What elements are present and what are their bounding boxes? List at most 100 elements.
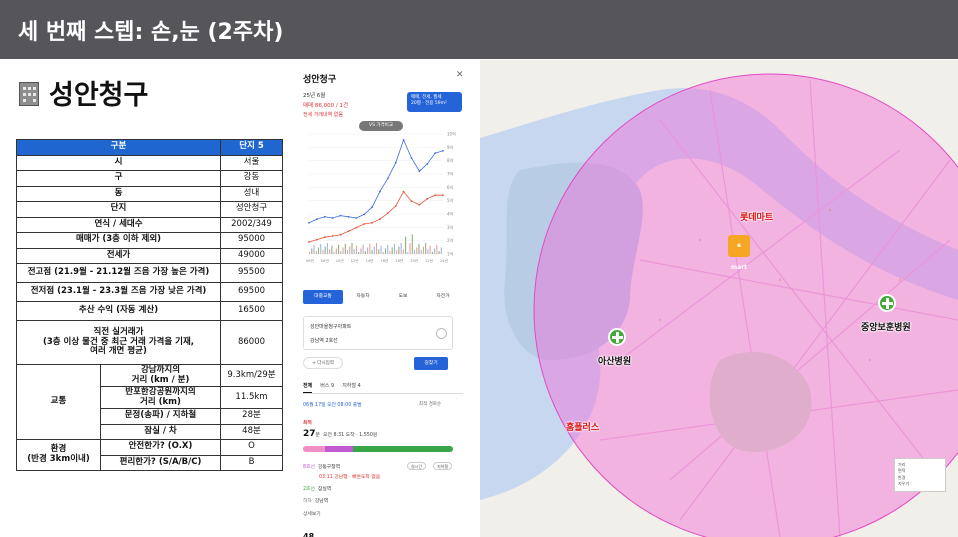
x-tick-label: 22년 [425,258,433,263]
table-row: 전고점 (21.9월 - 21.12월 즈음 가장 높은 가격) 95500 [16,263,283,283]
x-tick-label: 08년 [321,258,329,263]
price-date: 25년 6월 [303,93,326,99]
tab-all[interactable]: 전체 [303,382,313,393]
map-view[interactable]: 롯데마트 e mart 중앙보훈병원 아산병원 홈플러스 거리 면적 반경 지우… [480,60,958,537]
y-tick-label: 2억 [447,237,454,243]
tab-walk[interactable]: 도보 [383,290,423,304]
y-tick-label: 9억 [447,144,454,150]
map-measure-controls[interactable]: 거리 면적 반경 지우기 [894,458,946,492]
volume-bar [418,243,420,254]
volume-bar [409,243,411,254]
table-row: 환경 (반경 3km이내) 안전한가? (O.X) O [16,439,283,471]
route-from[interactable]: 성안마을청구아파트 [310,323,351,330]
tab-car[interactable]: 자동차 [343,290,383,304]
reset-button[interactable]: + 다시입력 [303,357,343,369]
homeplus-label[interactable]: 홈플러스 [566,420,599,433]
volume-bar [349,246,351,254]
volume-bar [313,244,315,254]
row-value: 48분 [220,423,283,440]
route-step: 8호선 강동구청역 [303,465,341,470]
detail-link[interactable]: 상세보기 [303,510,321,517]
x-tick-label: 18년 [395,258,403,263]
tab-bus[interactable]: 버스 9 [320,382,334,393]
table-row: 시 서울 [16,154,283,171]
tab-transit[interactable]: 대중교통 [303,290,343,304]
table-row: 직전 실거래가 (3층 이상 물건 중 최근 거래 가격을 기재, 여러 개면 평균… [16,320,283,365]
volume-bar [389,251,391,254]
y-tick-label: 3억 [447,224,454,230]
subway-pill[interactable]: 지하철 [433,462,453,470]
find-route-button[interactable]: 길찾기 [414,357,448,370]
hospital-icon[interactable] [878,294,896,312]
y-tick-label: 5억 [447,197,454,203]
panel-title: 성안청구 [303,75,337,85]
route-box: 성안마을청구아파트 강남역 2호선 [303,316,453,350]
swap-icon[interactable] [436,328,447,339]
volume-bar [413,249,416,254]
y-tick-label: 8억 [447,157,454,163]
page-title: 성안청구 [49,79,149,111]
volume-bar [396,250,398,254]
route-bar [303,446,453,452]
measure-clear[interactable]: 지우기 [898,481,942,487]
row-label: 편리한가? (S/A/B/C) [100,454,221,471]
lotte-mart-label[interactable]: 롯데마트 [740,210,773,223]
volume-bar [333,252,335,254]
volume-bar [329,249,331,254]
volume-bar [382,252,384,254]
row-label: 문정(송파) / 지하철 [100,408,221,425]
row-value: 95500 [220,263,283,283]
volume-bar [371,250,373,254]
route-step-sub: 03:11 강남행 · 빠른도착 없음 [319,475,381,480]
y-tick-label: 7억 [447,171,454,177]
row-label: 직전 실거래가 (3층 이상 물건 중 최근 거래 가격을 기재, 여러 개면 평균… [16,320,221,365]
volume-bar [324,246,326,254]
route-tabs: 대중교통 자동차 도보 자전거 [303,290,463,304]
volume-bar [405,236,407,254]
asan-hospital-label[interactable]: 아산병원 [598,354,631,367]
x-tick-label: 14년 [366,258,374,263]
row-value: 강동 [220,170,283,187]
sort-select[interactable]: 최적 경로순 [419,401,441,407]
x-tick-label: 12년 [351,258,359,263]
row-value: O [220,439,283,456]
volume-bar [342,247,344,254]
central-hospital-label[interactable]: 중앙보훈병원 [861,320,911,333]
volume-bar [420,250,422,254]
filter-button[interactable]: 매매, 전세, 월세 20평 · 전용 59m² [407,92,462,112]
table-row: 단지 성안청구 [16,201,283,218]
volume-bar [311,248,313,254]
y-tick-label: 1억 [447,251,454,257]
volume-bar [309,252,311,254]
volume-bar [429,245,431,254]
volume-bar [438,251,440,254]
volume-bar [358,252,360,254]
table-row: 전저점 (23.1월 - 23.3월 즈음 가장 낮은 가격) 69500 [16,282,283,302]
row-value: 2002/349 [220,216,283,233]
hospital-icon[interactable] [608,328,626,346]
depart-time[interactable]: 06월 17일 오전 08:00 출발 [303,401,362,408]
volume-bar [407,252,409,254]
realtime-pill[interactable]: 실시간 [407,462,427,470]
route-to[interactable]: 강남역 2호선 [310,337,338,344]
volume-bar [362,244,364,254]
row-label: 전세가 [16,247,221,264]
volume-bar [346,250,349,254]
row-value: 9.3km/29분 [220,364,283,387]
row-label: 구 [16,170,221,187]
volume-bar [344,243,346,254]
volume-bar [425,243,427,254]
row-label: 단지 [16,201,221,218]
tab-bike[interactable]: 자전거 [423,290,463,304]
volume-bar [378,249,380,254]
volume-bar [431,252,433,254]
x-tick-label: 20년 [410,258,418,263]
tab-subway[interactable]: 지하철 4 [342,382,361,393]
volume-bar [317,247,320,254]
volume-bar [353,249,355,254]
row-value: B [220,454,283,471]
close-icon[interactable]: ✕ [456,70,464,80]
y-tick-label: 4억 [447,211,454,217]
volume-bar [398,246,400,254]
emart-icon[interactable]: e mart [728,235,750,271]
